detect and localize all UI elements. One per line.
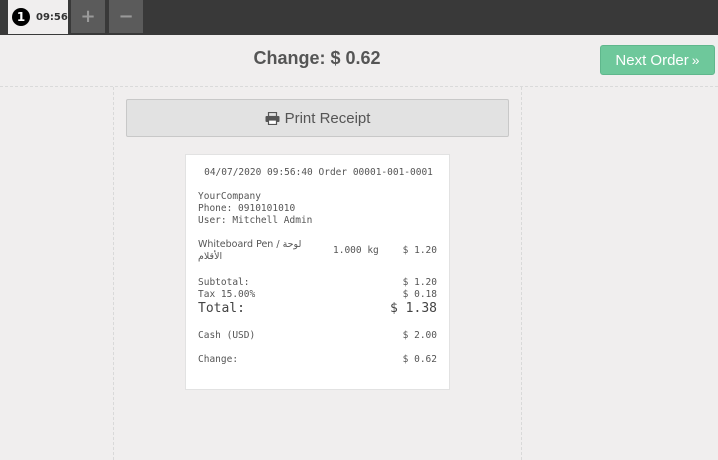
order-tabs-bar: 1 09:56 + − bbox=[0, 0, 718, 35]
receipt-item-name-cont: الأقلام bbox=[198, 251, 223, 262]
receipt-tax-value: $ 0.18 bbox=[402, 289, 437, 300]
print-receipt-label: Print Receipt bbox=[284, 109, 371, 127]
receipt-change-label: Change: bbox=[198, 354, 239, 365]
change-title: Change: $ 0.62 bbox=[253, 48, 381, 68]
order-number-badge: 1 bbox=[12, 8, 30, 26]
receipt-total-value: $ 1.38 bbox=[390, 301, 437, 316]
receipt-screen: Print Receipt 04/07/2020 09:56:40 Order … bbox=[113, 87, 522, 460]
remove-order-button[interactable]: − bbox=[109, 0, 143, 33]
payment-header: Change: $ 0.62 Next Order » bbox=[0, 35, 718, 87]
receipt-user: User: Mitchell Admin bbox=[198, 215, 313, 226]
receipt-change-value: $ 0.62 bbox=[402, 354, 437, 365]
next-order-button[interactable]: Next Order » bbox=[600, 45, 715, 75]
receipt-item-quantity: 1.000 kg bbox=[333, 245, 379, 256]
receipt-header-line: 04/07/2020 09:56:40 Order 00001-001-0001 bbox=[204, 167, 433, 178]
receipt-payment-value: $ 2.00 bbox=[402, 330, 437, 341]
order-tab[interactable]: 1 09:56 bbox=[8, 0, 68, 34]
receipt-company: YourCompany bbox=[198, 191, 261, 202]
receipt-tax-label: Tax 15.00% bbox=[198, 289, 256, 300]
double-chevron-right-icon: » bbox=[691, 52, 700, 68]
receipt-subtotal-label: Subtotal: bbox=[198, 277, 250, 288]
receipt-total-label: Total: bbox=[198, 301, 245, 316]
receipt-item-price: $ 1.20 bbox=[402, 245, 437, 256]
order-time: 09:56 bbox=[36, 11, 68, 23]
next-order-label: Next Order bbox=[615, 51, 689, 69]
add-order-button[interactable]: + bbox=[71, 0, 105, 33]
receipt: 04/07/2020 09:56:40 Order 00001-001-0001… bbox=[185, 154, 450, 390]
receipt-payment-label: Cash (USD) bbox=[198, 330, 256, 341]
receipt-phone: Phone: 0910101010 bbox=[198, 203, 296, 214]
print-receipt-button[interactable]: Print Receipt bbox=[126, 99, 509, 137]
receipt-subtotal-value: $ 1.20 bbox=[402, 277, 437, 288]
printer-icon bbox=[265, 111, 280, 125]
receipt-item-name: Whiteboard Pen / لوحة bbox=[198, 239, 302, 250]
